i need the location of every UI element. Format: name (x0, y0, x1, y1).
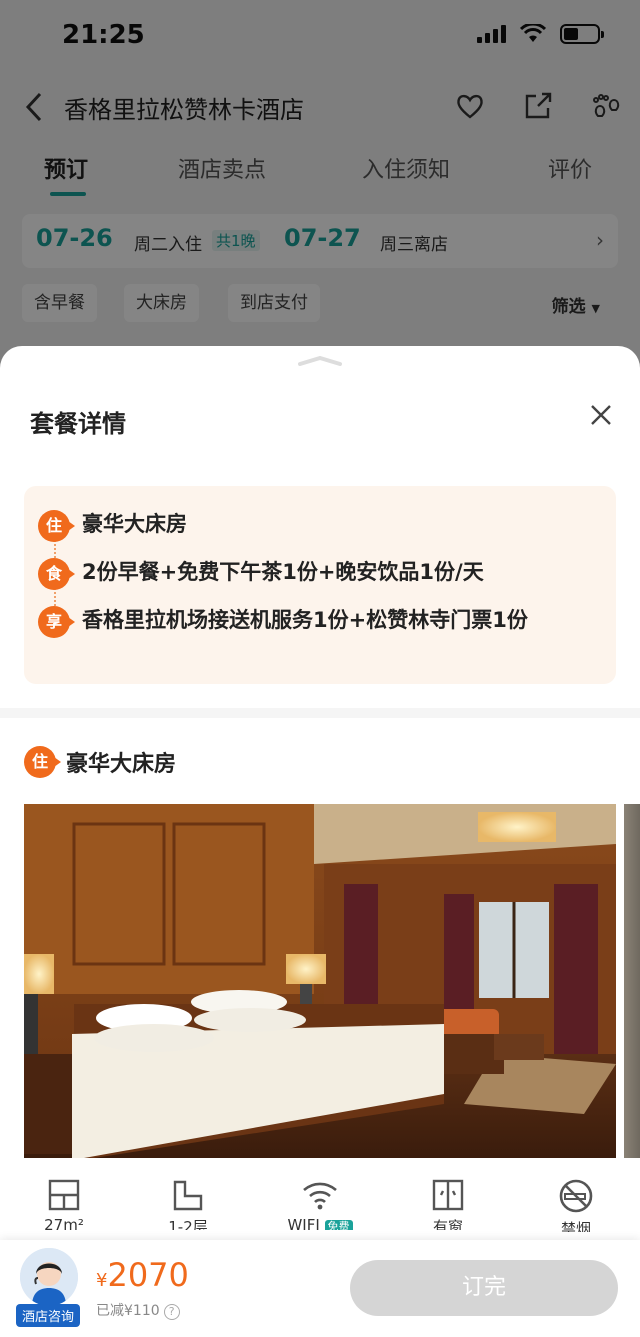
amenity-list: 27m² 1-2层 WIFI 免费 有窗 禁烟 (0, 1178, 640, 1240)
discount-text: 已减¥110 (96, 1303, 160, 1319)
package-details-sheet: 套餐详情 住 豪华大床房 食 2份早餐+免费下午茶1份+晚安饮品1份/天 享 香… (0, 346, 640, 1337)
book-button[interactable]: 订完 (350, 1260, 618, 1316)
package-item-food: 食 2份早餐+免费下午茶1份+晚安饮品1份/天 (38, 558, 602, 590)
package-item-stay: 住 豪华大床房 (38, 510, 602, 542)
room-photo[interactable] (24, 804, 616, 1158)
amenity-floor: 1-2层 (148, 1178, 228, 1230)
dim-overlay[interactable] (0, 0, 640, 380)
package-summary: 住 豪华大床房 食 2份早餐+免费下午茶1份+晚安饮品1份/天 享 香格里拉机场… (24, 486, 616, 684)
stay-badge-icon: 住 (38, 510, 75, 542)
amenity-label: 1-2层 (168, 1218, 208, 1230)
help-icon[interactable]: ? (163, 1304, 180, 1320)
amenity-window: 有窗 (408, 1178, 488, 1230)
hotel-consult-button[interactable]: 酒店咨询 (16, 1304, 81, 1327)
amenity-no-smoking: 禁烟 (536, 1178, 616, 1232)
floor-icon (173, 1180, 203, 1211)
next-photo-preview[interactable] (624, 804, 640, 1158)
package-item-text: 香格里拉机场接送机服务1份+松赞林寺门票1份 (82, 608, 528, 632)
amenity-label: 有窗 (432, 1218, 463, 1230)
close-icon[interactable] (588, 402, 614, 428)
stay-badge-icon: 住 (24, 746, 61, 778)
agent-avatar[interactable] (20, 1248, 78, 1306)
sheet-grabber-icon[interactable] (298, 356, 342, 366)
amenity-label: 27m² (44, 1216, 84, 1230)
perk-badge-icon: 享 (38, 606, 75, 638)
area-icon (48, 1179, 80, 1211)
price-currency: ¥ (96, 1270, 108, 1291)
package-item-text: 豪华大床房 (82, 512, 187, 536)
amenity-label: WIFI (287, 1216, 320, 1230)
package-item-text: 2份早餐+免费下午茶1份+晚安饮品1份/天 (82, 560, 484, 584)
price: ¥2070 (96, 1256, 189, 1294)
food-badge-icon: 食 (38, 558, 75, 590)
sheet-title: 套餐详情 (30, 410, 126, 438)
room-header: 住 豪华大床房 (24, 746, 176, 778)
discount-info[interactable]: 已减¥110? (96, 1300, 180, 1320)
free-tag: 免费 (324, 1220, 353, 1230)
room-name: 豪华大床房 (66, 752, 177, 777)
amenity-area: 27m² (24, 1178, 104, 1230)
section-divider (0, 708, 640, 718)
booking-bar: 酒店咨询 ¥2070 已减¥110? 订完 (0, 1240, 640, 1337)
price-value: 2070 (107, 1256, 189, 1294)
no-smoking-icon (559, 1179, 593, 1213)
package-item-perks: 享 香格里拉机场接送机服务1份+松赞林寺门票1份 (38, 606, 602, 638)
window-icon (432, 1179, 464, 1211)
amenity-label: 禁烟 (560, 1220, 591, 1232)
wifi-icon (303, 1182, 337, 1210)
amenity-wifi: WIFI 免费 (280, 1178, 360, 1230)
